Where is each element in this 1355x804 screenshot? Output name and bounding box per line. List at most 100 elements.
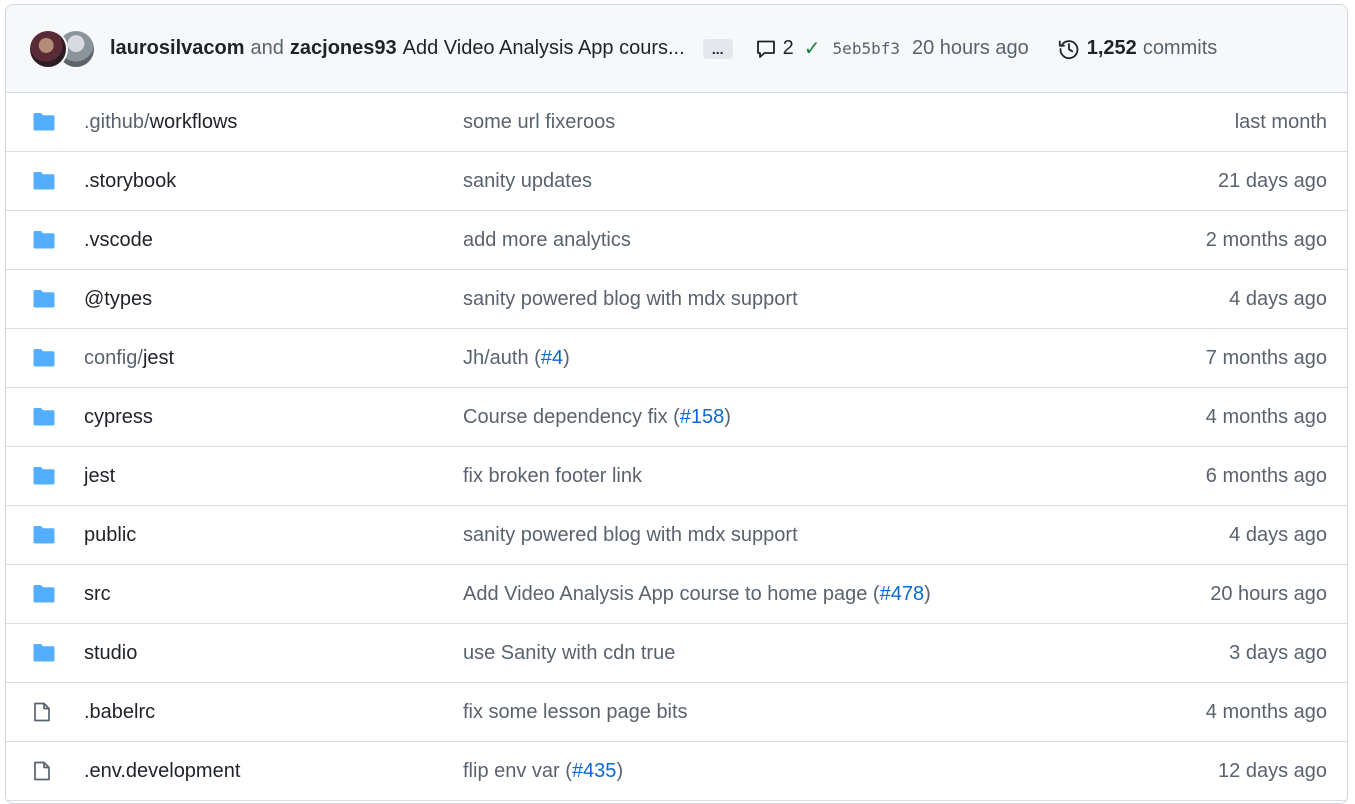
commit-time[interactable]: 4 days ago xyxy=(1229,524,1327,547)
commit-message-text: fix broken footer link xyxy=(463,464,642,487)
commit-time[interactable]: 7 months ago xyxy=(1206,347,1327,370)
file-name: public xyxy=(84,523,137,546)
commit-message-text: sanity powered blog with mdx support xyxy=(463,287,798,310)
commit-time[interactable]: 3 days ago xyxy=(1229,642,1327,665)
folder-icon xyxy=(32,466,58,486)
commit-message-link[interactable]: fix some lesson page bits xyxy=(463,701,688,724)
file-name-link[interactable]: .github/workflows xyxy=(84,111,237,134)
pull-request-link[interactable]: #158 xyxy=(680,406,725,428)
commit-message-text: sanity updates xyxy=(463,169,592,192)
folder-icon xyxy=(32,348,58,368)
file-row[interactable]: .storybook sanity updates 21 days ago xyxy=(6,152,1347,211)
file-row[interactable]: .env.development flip env var (#435) 12 da… xyxy=(6,742,1347,801)
commit-message-link[interactable]: sanity powered blog with mdx support xyxy=(463,524,798,547)
file-name: studio xyxy=(84,641,138,664)
avatar[interactable] xyxy=(28,28,68,69)
commit-message-text: Jh/auth ( xyxy=(463,346,541,369)
commit-sha-link[interactable]: 5eb5bf3 xyxy=(833,39,900,58)
file-list: .github/workflows some url fixeroos last m… xyxy=(6,93,1347,801)
file-row[interactable]: studio use Sanity with cdn true 3 days ago xyxy=(6,624,1347,683)
file-name: .vscode xyxy=(84,228,153,251)
commit-message-link[interactable]: flip env var (#435) xyxy=(463,760,623,783)
file-row[interactable]: cypress Course dependency fix (#158) 4 mon… xyxy=(6,388,1347,447)
author-link[interactable]: laurosilvacom xyxy=(110,37,245,60)
file-row[interactable]: @types sanity powered blog with mdx suppo… xyxy=(6,270,1347,329)
file-name-link[interactable]: cypress xyxy=(84,406,153,429)
commit-message-link[interactable]: sanity powered blog with mdx support xyxy=(463,288,798,311)
avatar-group xyxy=(24,28,96,69)
commit-message-text: some url fixeroos xyxy=(463,110,616,133)
commit-message-link[interactable]: Jh/auth (#4) xyxy=(463,347,570,370)
commit-message-link[interactable]: add more analytics xyxy=(463,229,631,252)
file-name-link[interactable]: studio xyxy=(84,642,137,665)
commit-message-link[interactable]: Add Video Analysis App course to home pa… xyxy=(463,583,931,606)
commit-message-link[interactable]: use Sanity with cdn true xyxy=(463,642,675,665)
commit-message-text: use Sanity with cdn true xyxy=(463,641,676,664)
file-row[interactable]: public sanity powered blog with mdx suppo… xyxy=(6,506,1347,565)
commit-time[interactable]: 4 months ago xyxy=(1206,406,1327,429)
commit-message-link[interactable]: some url fixeroos xyxy=(463,111,615,134)
file-name: @types xyxy=(84,287,153,310)
file-name: cypress xyxy=(84,405,153,428)
commit-time[interactable]: 4 days ago xyxy=(1229,288,1327,311)
commit-time[interactable]: last month xyxy=(1235,111,1327,134)
file-name: jest xyxy=(142,346,175,369)
commit-message-link[interactable]: Course dependency fix (#158) xyxy=(463,406,731,429)
comment-icon xyxy=(756,40,775,58)
commit-message-text: sanity powered blog with mdx support xyxy=(463,523,798,546)
file-name-link[interactable]: @types xyxy=(84,288,152,311)
commit-message-text: fix some lesson page bits xyxy=(463,700,688,723)
file-name-link[interactable]: src xyxy=(84,583,111,606)
commit-time[interactable]: 20 hours ago xyxy=(1210,583,1327,606)
commit-message-text: ) xyxy=(563,346,570,369)
latest-commit-header: laurosilvacom and zacjones93 Add Video A… xyxy=(6,5,1347,93)
folder-icon xyxy=(32,112,58,132)
commit-count: 1,252 xyxy=(1086,37,1137,59)
commit-time[interactable]: 4 months ago xyxy=(1206,701,1327,724)
commit-message-text: add more analytics xyxy=(463,228,631,251)
file-name: .storybook xyxy=(84,169,177,192)
file-row[interactable]: jest fix broken footer link 6 months ago xyxy=(6,447,1347,506)
commit-time[interactable]: 12 days ago xyxy=(1218,760,1327,783)
file-row[interactable]: src Add Video Analysis App course to home… xyxy=(6,565,1347,624)
file-name-link[interactable]: public xyxy=(84,524,136,547)
comments-link[interactable]: 2 xyxy=(755,37,794,60)
commit-message-link[interactable]: Add Video Analysis App cours... xyxy=(403,37,685,60)
expand-message-button[interactable]: ... xyxy=(702,38,733,59)
commit-time[interactable]: 20 hours ago xyxy=(912,37,1029,60)
check-icon[interactable]: ✓ xyxy=(804,36,821,61)
file-browser: laurosilvacom and zacjones93 Add Video A… xyxy=(5,4,1348,804)
file-row[interactable]: .babelrc fix some lesson page bits 4 month… xyxy=(6,683,1347,742)
author-conjunction: and xyxy=(250,37,284,59)
commit-time[interactable]: 6 months ago xyxy=(1206,465,1327,488)
file-name-link[interactable]: .storybook xyxy=(84,170,176,193)
commit-history-link[interactable]: 1,252 commits xyxy=(1057,37,1217,61)
folder-icon xyxy=(32,171,58,191)
commit-message-link[interactable]: fix broken footer link xyxy=(463,465,642,488)
author-link[interactable]: zacjones93 xyxy=(290,37,397,60)
file-icon xyxy=(32,701,58,723)
file-name-link[interactable]: config/jest xyxy=(84,347,174,370)
pull-request-link[interactable]: #435 xyxy=(572,760,617,782)
file-name-link[interactable]: .vscode xyxy=(84,229,153,252)
commit-time[interactable]: 21 days ago xyxy=(1218,170,1327,193)
commit-message-text: ) xyxy=(924,582,931,605)
commit-message-text: Add Video Analysis App course to home pa… xyxy=(463,582,880,605)
file-name-link[interactable]: jest xyxy=(84,465,115,488)
commit-time[interactable]: 2 months ago xyxy=(1206,229,1327,252)
file-name-link[interactable]: .env.development xyxy=(84,760,240,783)
file-row[interactable]: .vscode add more analytics 2 months ago xyxy=(6,211,1347,270)
file-name-link[interactable]: .babelrc xyxy=(84,701,155,724)
file-row[interactable]: config/jest Jh/auth (#4) 7 months ago xyxy=(6,329,1347,388)
folder-icon xyxy=(32,289,58,309)
pull-request-link[interactable]: #478 xyxy=(880,583,925,605)
pull-request-link[interactable]: #4 xyxy=(541,347,563,369)
file-name: src xyxy=(84,582,111,605)
file-name: jest xyxy=(84,464,116,487)
folder-icon xyxy=(32,643,58,663)
file-name: .env.development xyxy=(84,759,241,782)
folder-icon xyxy=(32,407,58,427)
file-row[interactable]: .github/workflows some url fixeroos last m… xyxy=(6,93,1347,152)
commit-message-link[interactable]: sanity updates xyxy=(463,170,592,193)
folder-icon xyxy=(32,525,58,545)
